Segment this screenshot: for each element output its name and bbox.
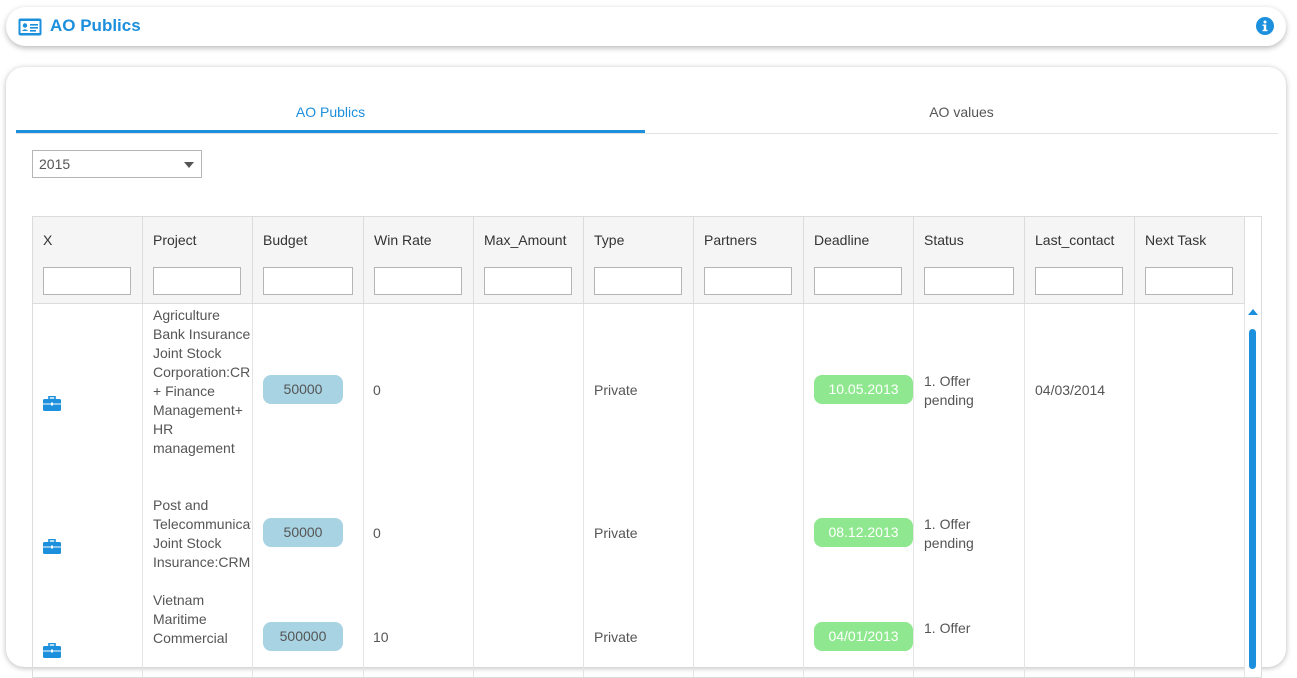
- filter-cell: [584, 261, 694, 303]
- column-divider: [913, 304, 914, 677]
- budget-badge: 500000: [263, 622, 343, 651]
- deadline-badge: 10.05.2013: [814, 375, 913, 404]
- scroll-up-arrow-icon[interactable]: [1248, 309, 1258, 315]
- budget-badge: 50000: [263, 518, 343, 547]
- deadline-badge: 08.12.2013: [814, 518, 913, 547]
- tab-ao-values[interactable]: AO values: [645, 95, 1278, 133]
- column-header-max-amount[interactable]: Max_Amount: [474, 217, 584, 261]
- filter-cell: [804, 261, 914, 303]
- column-divider: [473, 304, 474, 677]
- filter-input-status[interactable]: [924, 267, 1014, 295]
- ao-table: X Project Budget Win Rate Max_Amount Typ…: [32, 216, 1262, 678]
- filter-cell: [364, 261, 474, 303]
- id-card-icon: [18, 18, 42, 36]
- column-header-partners[interactable]: Partners: [694, 217, 804, 261]
- type-cell: Private: [594, 525, 638, 541]
- tab-bar: AO Publics AO values: [16, 95, 1278, 134]
- filter-input-win-rate[interactable]: [374, 267, 462, 295]
- project-cell: Post and Telecommunication Joint Stock I…: [153, 497, 251, 570]
- filter-input-budget[interactable]: [263, 267, 353, 295]
- deadline-badge: 04/01/2013: [814, 622, 913, 651]
- filter-cell: [143, 261, 253, 303]
- filter-input-next-task[interactable]: [1145, 267, 1233, 295]
- column-divider: [803, 304, 804, 677]
- win-rate-cell: 0: [373, 525, 381, 541]
- tab-ao-publics[interactable]: AO Publics: [16, 95, 645, 133]
- column-divider: [363, 304, 364, 677]
- column-header-win-rate[interactable]: Win Rate: [364, 217, 474, 261]
- column-header-last-contact[interactable]: Last_contact: [1025, 217, 1135, 261]
- status-cell: 1. Offer pending: [924, 373, 974, 408]
- project-cell: Vietnam Maritime Commercial: [153, 592, 228, 646]
- column-divider: [1024, 304, 1025, 677]
- column-header-next-task[interactable]: Next Task: [1135, 217, 1245, 261]
- year-select[interactable]: 2015: [32, 150, 202, 178]
- last-contact-cell: 04/03/2014: [1035, 382, 1106, 398]
- chevron-down-icon: [184, 162, 194, 168]
- filter-input-type[interactable]: [594, 267, 682, 295]
- filter-cell: [1025, 261, 1135, 303]
- column-header-deadline[interactable]: Deadline: [804, 217, 914, 261]
- briefcase-icon[interactable]: [43, 396, 61, 411]
- status-cell: 1. Offer pending: [924, 516, 974, 551]
- scrollbar-thumb[interactable]: [1249, 329, 1256, 669]
- filter-cell: [1135, 261, 1245, 303]
- table-header-row: X Project Budget Win Rate Max_Amount Typ…: [33, 217, 1245, 262]
- main-panel: AO Publics AO values 2015 X Project Budg…: [6, 67, 1286, 678]
- info-icon[interactable]: [1256, 17, 1274, 35]
- column-header-status[interactable]: Status: [914, 217, 1025, 261]
- column-divider: [252, 304, 253, 677]
- briefcase-icon[interactable]: [43, 643, 61, 658]
- budget-badge: 50000: [263, 375, 343, 404]
- filter-input-project[interactable]: [153, 267, 241, 295]
- page-title: AO Publics: [50, 16, 141, 35]
- filter-input-max-amount[interactable]: [484, 267, 572, 295]
- app-header: AO Publics: [6, 7, 1286, 46]
- win-rate-cell: 0: [373, 382, 381, 398]
- filter-cell: [914, 261, 1025, 303]
- filter-input-deadline[interactable]: [814, 267, 902, 295]
- filter-cell: [694, 261, 804, 303]
- year-select-value: 2015: [39, 156, 71, 172]
- column-header-project[interactable]: Project: [143, 217, 253, 261]
- filter-input-x[interactable]: [43, 267, 131, 295]
- table-body: Agriculture Bank Insurance Joint Stock C…: [33, 304, 1245, 677]
- filter-input-last-contact[interactable]: [1035, 267, 1123, 295]
- column-divider: [693, 304, 694, 677]
- status-cell: 1. Offer: [924, 620, 971, 636]
- vertical-scrollbar[interactable]: [1245, 303, 1261, 677]
- table-filter-row: [33, 261, 1245, 304]
- filter-cell: [253, 261, 364, 303]
- column-divider: [142, 304, 143, 677]
- filter-cell: [33, 261, 143, 303]
- column-divider: [583, 304, 584, 677]
- filter-cell: [474, 261, 584, 303]
- type-cell: Private: [594, 382, 638, 398]
- project-cell: Agriculture Bank Insurance Joint Stock C…: [153, 307, 251, 456]
- filter-input-partners[interactable]: [704, 267, 792, 295]
- column-divider: [1134, 304, 1135, 677]
- column-header-type[interactable]: Type: [584, 217, 694, 261]
- briefcase-icon[interactable]: [43, 539, 61, 554]
- column-header-budget[interactable]: Budget: [253, 217, 364, 261]
- column-header-x[interactable]: X: [33, 217, 143, 261]
